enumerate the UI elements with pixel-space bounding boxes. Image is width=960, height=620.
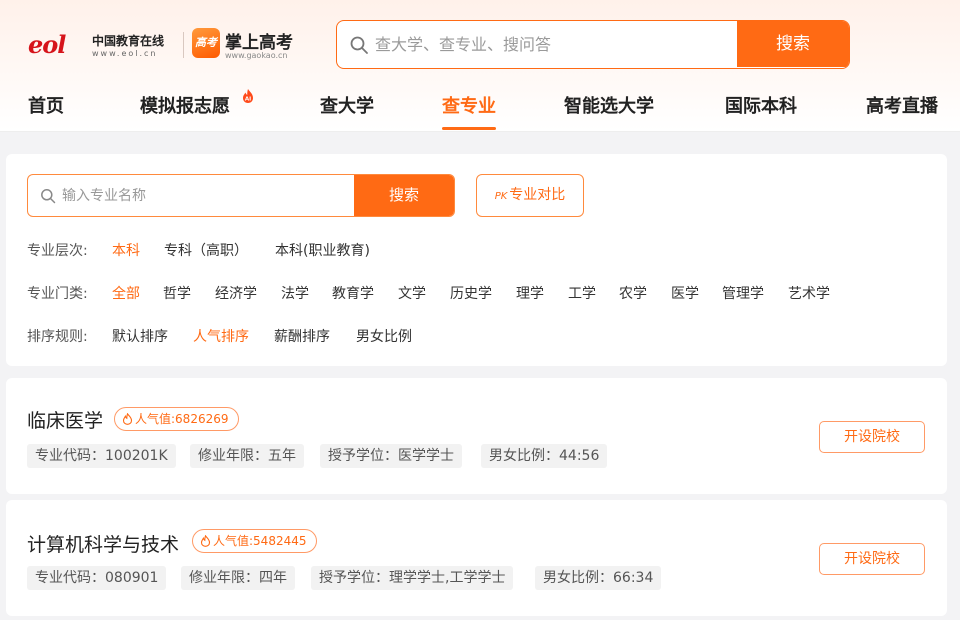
sort-option[interactable]: 默认排序 [112, 326, 168, 346]
nav-home[interactable]: 首页 [28, 92, 64, 130]
major-compare-button[interactable]: PK 专业对比 [476, 174, 584, 217]
nav-label: 智能选大学 [564, 96, 654, 117]
filter-category-option[interactable]: 文学 [398, 283, 426, 303]
header-search-input[interactable] [375, 21, 735, 67]
gender-ratio-tag: 男女比例：66:34 [535, 566, 662, 590]
eol-logo-name: 中国教育在线 [92, 34, 165, 48]
major-name[interactable]: 计算机科学与技术 [27, 530, 179, 557]
search-icon [41, 189, 56, 204]
filter-category-option[interactable]: 理学 [516, 283, 544, 303]
filter-category-option[interactable]: 管理学 [722, 283, 764, 303]
filter-category-option[interactable]: 医学 [671, 283, 699, 303]
popularity-value: 人气值:5482445 [213, 534, 307, 548]
gaokao-logo-name: 掌上高考 [225, 33, 293, 53]
duration-tag: 修业年限：五年 [190, 444, 304, 468]
compare-label: 专业对比 [509, 187, 566, 203]
open-schools-button[interactable]: 开设院校 [819, 543, 925, 575]
sort-option[interactable]: 人气排序 [193, 326, 249, 346]
ai-badge-text: AI [245, 97, 251, 103]
flame-icon [200, 535, 211, 547]
major-search-input[interactable] [62, 175, 352, 216]
filter-category-option[interactable]: 教育学 [332, 283, 374, 303]
popularity-badge: 人气值:6826269 [114, 407, 239, 431]
eol-logo-url: www.eol.cn [92, 49, 158, 58]
gaokao-logo[interactable]: 高考 掌上高考 www.gaokao.cn [192, 28, 312, 64]
major-search-button[interactable]: 搜索 [354, 175, 454, 216]
filter-level-option[interactable]: 本科(职业教育) [275, 240, 370, 260]
ai-flame-icon: AI [243, 89, 253, 103]
search-icon [350, 36, 368, 54]
sort-option[interactable]: 男女比例 [356, 326, 412, 346]
nav-smart-select[interactable]: 智能选大学 [564, 92, 654, 130]
nav-live[interactable]: 高考直播 [866, 92, 938, 130]
main-nav: 首页 模拟报志愿 AI 查大学 查专业 智能选大学 国际本科 高考直播 [0, 89, 960, 132]
gender-ratio-tag: 男女比例：44:56 [481, 444, 608, 468]
active-tab-underline [442, 127, 496, 130]
nav-international[interactable]: 国际本科 [725, 92, 797, 130]
major-name[interactable]: 临床医学 [27, 406, 103, 433]
nav-universities[interactable]: 查大学 [320, 92, 374, 130]
filter-level-option[interactable]: 专科（高职） [164, 240, 248, 260]
nav-label: 国际本科 [725, 96, 797, 117]
flame-icon [122, 413, 133, 425]
nav-majors[interactable]: 查专业 [442, 92, 496, 130]
open-schools-button[interactable]: 开设院校 [819, 421, 925, 453]
gaokao-logo-url: www.gaokao.cn [225, 51, 288, 60]
major-card: 计算机科学与技术 人气值:5482445 专业代码：080901 修业年限：四年… [6, 500, 947, 616]
filter-category-option[interactable]: 艺术学 [788, 283, 830, 303]
sort-option[interactable]: 薪酬排序 [274, 326, 330, 346]
gaokao-badge-icon: 高考 [192, 28, 220, 58]
filter-category-option[interactable]: 农学 [619, 283, 647, 303]
nav-label: 查专业 [442, 96, 496, 117]
filter-panel: 搜索 PK专业对比 专业层次: 本科 专科（高职） 本科(职业教育) 专业门类:… [6, 154, 947, 366]
popularity-value: 人气值:6826269 [135, 412, 229, 426]
major-code-tag: 专业代码：100201K [27, 444, 176, 468]
filter-level-option[interactable]: 本科 [112, 240, 140, 260]
nav-label: 模拟报志愿 [140, 96, 230, 117]
major-card: 临床医学 人气值:6826269 专业代码：100201K 修业年限：五年 授予… [6, 378, 947, 494]
popularity-badge: 人气值:5482445 [192, 529, 317, 553]
duration-tag: 修业年限：四年 [181, 566, 295, 590]
filter-category-option[interactable]: 经济学 [215, 283, 257, 303]
major-search: 搜索 [27, 174, 455, 217]
nav-label: 首页 [28, 96, 64, 117]
eol-logo[interactable]: eol 中国教育在线 www.eol.cn [28, 28, 178, 64]
filter-category-option[interactable]: 工学 [568, 283, 596, 303]
pk-icon: PK [494, 191, 508, 202]
site-header: eol 中国教育在线 www.eol.cn 高考 掌上高考 www.gaokao… [0, 0, 960, 132]
filter-category-option[interactable]: 哲学 [163, 283, 191, 303]
nav-label: 查大学 [320, 96, 374, 117]
major-code-tag: 专业代码：080901 [27, 566, 167, 590]
degree-tag: 授予学位：医学学士 [320, 444, 462, 468]
filter-category-label: 专业门类: [27, 286, 88, 302]
header-search-button[interactable]: 搜索 [737, 21, 849, 67]
filter-sort-label: 排序规则: [27, 329, 88, 345]
eol-logo-mark: eol [28, 30, 66, 59]
nav-label: 高考直播 [866, 96, 938, 117]
header-search: 搜索 [336, 20, 850, 69]
degree-tag: 授予学位：理学学士,工学学士 [311, 566, 514, 590]
filter-category-option[interactable]: 全部 [112, 283, 140, 303]
nav-mock-application[interactable]: 模拟报志愿 AI [140, 89, 253, 130]
filter-category-option[interactable]: 历史学 [450, 283, 492, 303]
filter-category-option[interactable]: 法学 [281, 283, 309, 303]
filter-level-label: 专业层次: [27, 243, 88, 259]
logo-divider [183, 32, 184, 58]
